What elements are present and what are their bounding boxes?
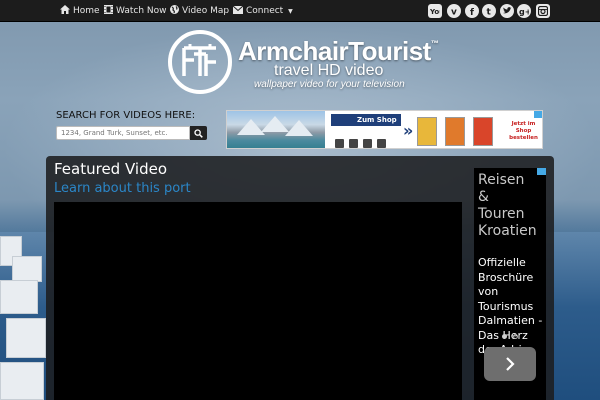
globe-icon xyxy=(170,5,179,14)
background-houses xyxy=(0,236,48,400)
nav-home-label: Home xyxy=(73,6,100,16)
envelope-icon xyxy=(232,5,244,14)
nav-home[interactable]: Home xyxy=(60,0,100,22)
facebook-icon: f xyxy=(470,8,474,16)
tumblr-icon: t xyxy=(487,8,492,17)
side-ad-heading-3: Touren xyxy=(478,206,525,222)
ad-chevrons-icon: » xyxy=(403,121,414,140)
vimeo-icon: v xyxy=(451,8,457,17)
nav-watch-now[interactable]: Watch Now xyxy=(104,0,166,22)
ad-book-cover xyxy=(473,117,493,146)
twitter-icon xyxy=(503,7,512,14)
instagram-link[interactable] xyxy=(536,4,550,18)
ad-banner[interactable]: Zum Shop » Jetzt im Shop bestellen xyxy=(226,110,543,149)
facebook-link[interactable]: f xyxy=(465,4,479,18)
nav-watch-now-label: Watch Now xyxy=(116,6,167,16)
side-ad-next-button[interactable] xyxy=(484,347,536,381)
search-icon xyxy=(194,129,203,138)
ad-book-cover xyxy=(417,117,437,146)
svg-text:t: t xyxy=(487,8,492,17)
featured-title: Featured Video xyxy=(54,160,167,178)
search-label: SEARCH FOR VIDEOS HERE: xyxy=(56,110,196,121)
nav-video-map[interactable]: Video Map xyxy=(170,0,229,22)
film-icon xyxy=(104,5,113,14)
video-player[interactable] xyxy=(54,202,462,400)
ad-cta-text[interactable]: Jetzt im Shop bestellen xyxy=(506,121,541,143)
home-icon xyxy=(60,5,70,14)
chevron-right-icon xyxy=(506,357,515,371)
search-button[interactable] xyxy=(190,126,207,140)
adchoices-icon[interactable] xyxy=(534,111,542,118)
carousel-dot-active[interactable] xyxy=(502,334,507,339)
instagram-icon xyxy=(538,6,548,16)
svg-text:f: f xyxy=(470,8,474,16)
side-ad-heading-2: & xyxy=(478,189,489,205)
trademark: ™ xyxy=(430,39,439,48)
svg-text:You: You xyxy=(430,8,440,16)
tumblr-link[interactable]: t xyxy=(482,4,496,18)
brand-subtagline: wallpaper video for your television xyxy=(254,79,405,90)
side-ad-heading-4: Kroatien xyxy=(478,223,537,239)
ad-shop-button[interactable]: Zum Shop xyxy=(331,114,401,126)
brand-logo[interactable] xyxy=(168,30,232,94)
svg-text:v: v xyxy=(451,8,457,17)
side-ad-body: Offizielle Broschüre von Tourismus Dalma… xyxy=(478,256,543,356)
brand-tagline: travel HD video xyxy=(274,62,384,79)
youtube-link[interactable]: You xyxy=(428,4,442,18)
armchair-monogram-icon xyxy=(182,44,216,76)
nav-video-map-label: Video Map xyxy=(182,6,230,16)
twitter-link[interactable] xyxy=(500,4,514,18)
ad-mountain-photo xyxy=(227,111,325,148)
svg-text:g+: g+ xyxy=(519,8,529,17)
top-navbar: Home Watch Now Video Map Connect ▼ You v… xyxy=(0,0,600,22)
carousel-dot[interactable] xyxy=(513,334,518,339)
google-plus-link[interactable]: g+ xyxy=(517,4,531,18)
ad-feature-icons xyxy=(335,133,395,148)
adchoices-icon[interactable] xyxy=(537,168,546,175)
learn-about-port-link[interactable]: Learn about this port xyxy=(54,181,191,196)
ad-book-cover xyxy=(445,117,465,146)
search-input[interactable] xyxy=(56,126,190,140)
side-ad-heading-1: Reisen xyxy=(478,172,525,188)
nav-connect-dropdown[interactable]: Connect ▼ xyxy=(232,0,293,22)
caret-down-icon: ▼ xyxy=(288,8,293,15)
vimeo-link[interactable]: v xyxy=(447,4,461,18)
nav-connect-label: Connect xyxy=(246,6,284,16)
youtube-icon: You xyxy=(430,8,440,16)
google-plus-icon: g+ xyxy=(519,8,529,17)
